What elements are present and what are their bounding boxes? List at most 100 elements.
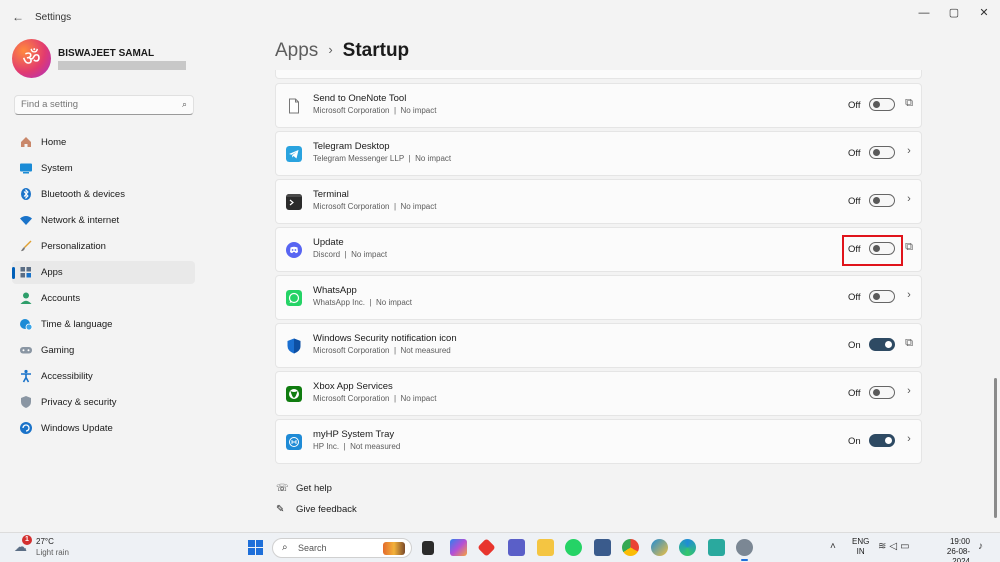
list-item[interactable]: Windows Security notification icon Micro… xyxy=(275,323,922,368)
sidebar-item-network[interactable]: Network & internet xyxy=(12,209,195,232)
language-code: ENG xyxy=(852,537,870,546)
profile-email-redacted xyxy=(58,61,186,70)
sidebar-item-label: Time & language xyxy=(41,319,113,330)
sidebar-item-gaming[interactable]: Gaming xyxy=(12,339,195,362)
app-details: Microsoft Corporation | No impact xyxy=(313,106,436,115)
whatsapp-taskbar-icon[interactable] xyxy=(565,539,582,556)
chevron-right-icon[interactable]: › xyxy=(903,433,915,445)
chevron-right-icon[interactable]: › xyxy=(903,193,915,205)
avatar[interactable]: ॐ xyxy=(12,39,51,78)
office-icon[interactable] xyxy=(477,538,496,557)
region-code: IN xyxy=(856,547,865,556)
separator: | xyxy=(369,298,372,307)
sidebar-item-bluetooth[interactable]: Bluetooth & devices xyxy=(12,183,195,206)
toggle-knob xyxy=(885,341,892,348)
search-input[interactable] xyxy=(21,99,171,110)
breadcrumb-parent[interactable]: Apps xyxy=(275,40,318,61)
sidebar-item-home[interactable]: Home xyxy=(12,131,195,154)
app-publisher: Microsoft Corporation xyxy=(313,202,390,211)
minimize-button[interactable]: — xyxy=(910,6,938,20)
app-impact: No impact xyxy=(415,154,452,163)
app-icon[interactable] xyxy=(708,539,725,556)
taskbar-search[interactable]: ⌕ Search xyxy=(272,538,412,558)
app-publisher: Microsoft Corporation xyxy=(313,106,390,115)
maximize-button[interactable]: ▢ xyxy=(940,6,968,20)
shield-icon xyxy=(21,396,31,408)
app-details: Telegram Messenger LLP | No impact xyxy=(313,154,451,163)
bluetooth-icon xyxy=(21,188,31,200)
sidebar-item-label: Home xyxy=(41,137,67,148)
language-indicator[interactable]: ENG IN xyxy=(852,537,869,557)
weather-condition[interactable]: Light rain xyxy=(36,548,69,557)
sidebar-item-personalization[interactable]: Personalization xyxy=(12,235,195,258)
back-button[interactable]: ← xyxy=(10,10,26,24)
sidebar-item-accounts[interactable]: Accounts xyxy=(12,287,195,310)
list-item[interactable]: Telegram Desktop Telegram Messenger LLP … xyxy=(275,131,922,176)
app-publisher: WhatsApp Inc. xyxy=(313,298,366,307)
open-external-icon[interactable]: ⧉ xyxy=(903,337,915,350)
list-item[interactable]: Terminal Microsoft Corporation | No impa… xyxy=(275,179,922,224)
app-details: WhatsApp Inc. | No impact xyxy=(313,298,412,307)
close-button[interactable]: ✕ xyxy=(970,6,998,20)
chevron-up-icon[interactable]: ˄ xyxy=(830,541,836,552)
notification-bell-icon[interactable]: ♪ xyxy=(978,541,983,552)
sidebar-item-windows-update[interactable]: Windows Update xyxy=(12,417,195,440)
settings-gear-icon[interactable] xyxy=(736,539,753,561)
startup-toggle[interactable] xyxy=(869,434,895,447)
sidebar-item-privacy[interactable]: Privacy & security xyxy=(12,391,195,414)
separator: | xyxy=(393,202,397,211)
sidebar-item-time-language[interactable]: Time & language xyxy=(12,313,195,336)
app-details: Microsoft Corporation | No impact xyxy=(313,202,436,211)
startup-toggle[interactable] xyxy=(869,194,895,207)
file-explorer-icon[interactable] xyxy=(537,539,554,556)
list-item[interactable]: myHP System Tray HP Inc. | Not measured … xyxy=(275,419,922,464)
toggle-knob xyxy=(873,149,880,156)
open-external-icon[interactable]: ⧉ xyxy=(903,97,915,110)
app-name: Xbox App Services xyxy=(313,381,393,392)
teams-icon[interactable] xyxy=(508,539,525,556)
app-name: Send to OneNote Tool xyxy=(313,93,407,104)
startup-toggle[interactable] xyxy=(869,290,895,303)
search-icon[interactable]: ⌕ xyxy=(182,99,187,110)
gamepad-icon xyxy=(20,347,32,354)
chevron-right-icon[interactable]: › xyxy=(903,289,915,301)
list-item[interactable]: Send to OneNote Tool Microsoft Corporati… xyxy=(275,83,922,128)
list-item[interactable]: Xbox App Services Microsoft Corporation … xyxy=(275,371,922,416)
toggle-knob xyxy=(873,293,880,300)
myhp-icon xyxy=(286,434,302,450)
sidebar-item-label: Network & internet xyxy=(41,215,120,226)
give-feedback-link[interactable]: ✎ Give feedback xyxy=(276,504,357,515)
document-icon xyxy=(289,98,299,114)
open-external-icon[interactable]: ⧉ xyxy=(903,241,915,254)
toggle-state-label: Off xyxy=(848,148,861,159)
scrollbar[interactable] xyxy=(994,378,997,518)
startup-toggle[interactable] xyxy=(869,146,895,159)
chevron-right-icon[interactable]: › xyxy=(903,145,915,157)
task-view-icon[interactable] xyxy=(422,541,434,555)
edge-icon[interactable] xyxy=(679,539,696,556)
clock[interactable]: 19:00 26-08-2024 xyxy=(930,537,970,562)
toggle-state-label: Off xyxy=(848,388,861,399)
app-publisher: Telegram Messenger LLP xyxy=(313,154,405,163)
photos-icon[interactable] xyxy=(651,539,668,556)
chrome-icon[interactable] xyxy=(622,539,639,556)
sidebar-item-system[interactable]: System xyxy=(12,157,195,180)
settings-search[interactable]: ⌕ xyxy=(14,95,194,115)
app-impact: No impact xyxy=(400,394,437,403)
startup-toggle[interactable] xyxy=(869,386,895,399)
list-item[interactable]: Update Discord | No impact Off ⧉ xyxy=(275,227,922,272)
sidebar-item-accessibility[interactable]: Accessibility xyxy=(12,365,195,388)
terminal-icon xyxy=(286,194,302,210)
copilot-icon[interactable] xyxy=(450,539,467,556)
store-icon[interactable] xyxy=(594,539,611,556)
chevron-right-icon[interactable]: › xyxy=(903,385,915,397)
get-help-link[interactable]: ☏ Get help xyxy=(276,483,332,494)
list-item[interactable]: WhatsApp WhatsApp Inc. | No impact Off › xyxy=(275,275,922,320)
start-button[interactable] xyxy=(248,540,264,556)
weather-temperature[interactable]: 27°C xyxy=(36,537,54,546)
startup-toggle[interactable] xyxy=(869,98,895,111)
startup-toggle[interactable] xyxy=(869,338,895,351)
sidebar-item-apps[interactable]: Apps xyxy=(12,261,195,284)
sidebar-item-label: Privacy & security xyxy=(41,397,117,408)
system-tray-icons[interactable]: ≋◁▭ xyxy=(878,541,913,552)
